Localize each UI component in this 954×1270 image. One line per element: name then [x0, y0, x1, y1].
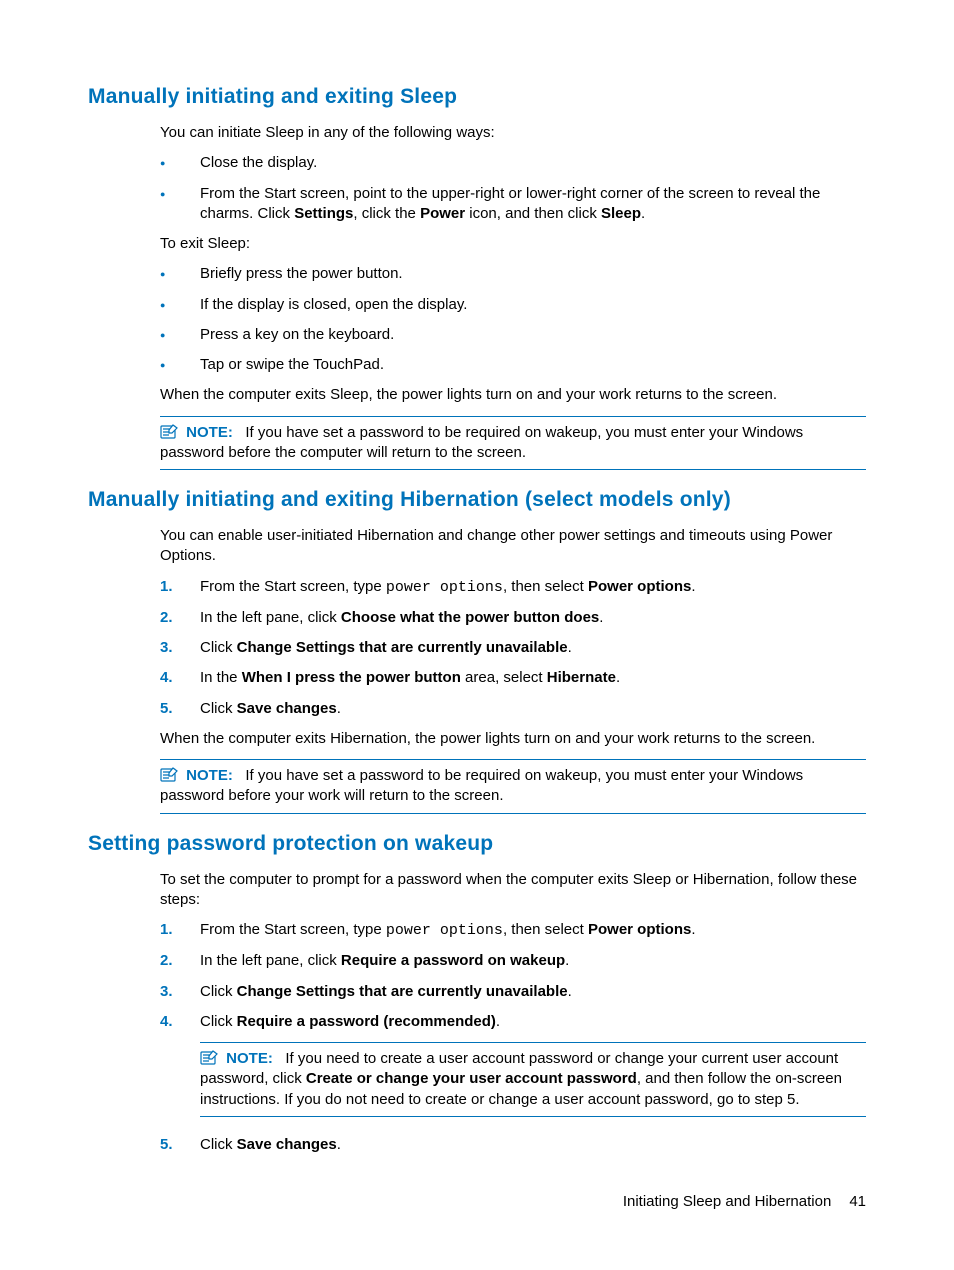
heading-password: Setting password protection on wakeup [88, 832, 866, 856]
note-hibernation: NOTE: If you have set a password to be r… [160, 759, 866, 814]
pw-intro: To set the computer to prompt for a pass… [160, 870, 866, 911]
bold-text: Power [420, 205, 465, 222]
list-item: Click Change Settings that are currently… [160, 982, 866, 1002]
list-item: Press a key on the keyboard. [160, 325, 866, 345]
note-label: NOTE: [186, 767, 233, 784]
sleep-exit-label: To exit Sleep: [160, 234, 866, 254]
list-item: From the Start screen, type power option… [160, 920, 866, 941]
text: Click [200, 983, 237, 1000]
bold-text: Require a password (recommended) [237, 1013, 496, 1030]
sleep-after: When the computer exits Sleep, the power… [160, 385, 866, 405]
sleep-init-list: Close the display. From the Start screen… [160, 153, 866, 224]
heading-hibernation: Manually initiating and exiting Hibernat… [88, 488, 866, 512]
note-password: NOTE: If you need to create a user accou… [200, 1042, 866, 1117]
list-item: From the Start screen, type power option… [160, 577, 866, 598]
note-icon [160, 766, 180, 782]
text: From the Start screen, type [200, 921, 386, 938]
list-item: Tap or swipe the TouchPad. [160, 355, 866, 375]
list-item: Briefly press the power button. [160, 264, 866, 284]
sleep-body: You can initiate Sleep in any of the fol… [160, 123, 866, 406]
text: , then select [503, 578, 588, 595]
bold-text: Hibernate [547, 669, 616, 686]
password-body-cont: Click Save changes. [160, 1135, 866, 1155]
bold-text: Settings [294, 205, 353, 222]
text: Click [200, 639, 237, 656]
note-icon [160, 423, 180, 439]
text: icon, and then click [465, 205, 601, 222]
hib-steps: From the Start screen, type power option… [160, 577, 866, 719]
list-item: Click Save changes. [160, 699, 866, 719]
sleep-exit-list: Briefly press the power button. If the d… [160, 264, 866, 375]
list-item: Click Change Settings that are currently… [160, 638, 866, 658]
mono-text: power options [386, 922, 503, 939]
bold-text: Require a password on wakeup [341, 952, 565, 969]
text: . [691, 921, 695, 938]
note-text: If you have set a password to be require… [160, 424, 803, 461]
password-body: To set the computer to prompt for a pass… [160, 870, 866, 1033]
bold-text: Save changes [237, 1136, 337, 1153]
text: Click [200, 1013, 237, 1030]
text: . [568, 639, 572, 656]
text: . [337, 700, 341, 717]
bold-text: Create or change your user account passw… [306, 1070, 637, 1087]
list-item: From the Start screen, point to the uppe… [160, 184, 866, 225]
text: . [565, 952, 569, 969]
text: . [337, 1136, 341, 1153]
text: . [691, 578, 695, 595]
text: . [616, 669, 620, 686]
bold-text: When I press the power button [242, 669, 461, 686]
bold-text: Change Settings that are currently unava… [237, 983, 568, 1000]
bold-text: Power options [588, 921, 691, 938]
list-item: Click Require a password (recommended). [160, 1012, 866, 1032]
text: . [496, 1013, 500, 1030]
list-item: In the left pane, click Choose what the … [160, 608, 866, 628]
document-page: Manually initiating and exiting Sleep Yo… [0, 0, 954, 1270]
hib-intro: You can enable user-initiated Hibernatio… [160, 526, 866, 567]
bold-text: Save changes [237, 700, 337, 717]
text: From the Start screen, type [200, 578, 386, 595]
bold-text: Power options [588, 578, 691, 595]
text: In the [200, 669, 242, 686]
text: . [599, 609, 603, 626]
text: Click [200, 700, 237, 717]
pw-steps-cont: Click Save changes. [160, 1135, 866, 1155]
text: Click [200, 1136, 237, 1153]
text: , click the [353, 205, 420, 222]
pw-steps: From the Start screen, type power option… [160, 920, 866, 1032]
bold-text: Sleep [601, 205, 641, 222]
list-item: In the When I press the power button are… [160, 668, 866, 688]
bold-text: Change Settings that are currently unava… [237, 639, 568, 656]
text: area, select [461, 669, 547, 686]
note-sleep: NOTE: If you have set a password to be r… [160, 416, 866, 471]
list-item: Click Save changes. [160, 1135, 866, 1155]
list-item: Close the display. [160, 153, 866, 173]
note-label: NOTE: [186, 424, 233, 441]
hib-after: When the computer exits Hibernation, the… [160, 729, 866, 749]
list-item: In the left pane, click Require a passwo… [160, 951, 866, 971]
text: , then select [503, 921, 588, 938]
list-item: If the display is closed, open the displ… [160, 295, 866, 315]
note-icon [200, 1049, 220, 1065]
footer-title: Initiating Sleep and Hibernation [623, 1193, 831, 1210]
text: . [568, 983, 572, 1000]
text: In the left pane, click [200, 952, 341, 969]
note-text: If you have set a password to be require… [160, 767, 803, 804]
text: In the left pane, click [200, 609, 341, 626]
mono-text: power options [386, 579, 503, 596]
heading-sleep: Manually initiating and exiting Sleep [88, 85, 866, 109]
sleep-intro: You can initiate Sleep in any of the fol… [160, 123, 866, 143]
hibernation-body: You can enable user-initiated Hibernatio… [160, 526, 866, 749]
page-number: 41 [849, 1193, 866, 1210]
bold-text: Choose what the power button does [341, 609, 599, 626]
text: . [641, 205, 645, 222]
note-label: NOTE: [226, 1050, 273, 1067]
page-footer: Initiating Sleep and Hibernation 41 [623, 1193, 866, 1210]
